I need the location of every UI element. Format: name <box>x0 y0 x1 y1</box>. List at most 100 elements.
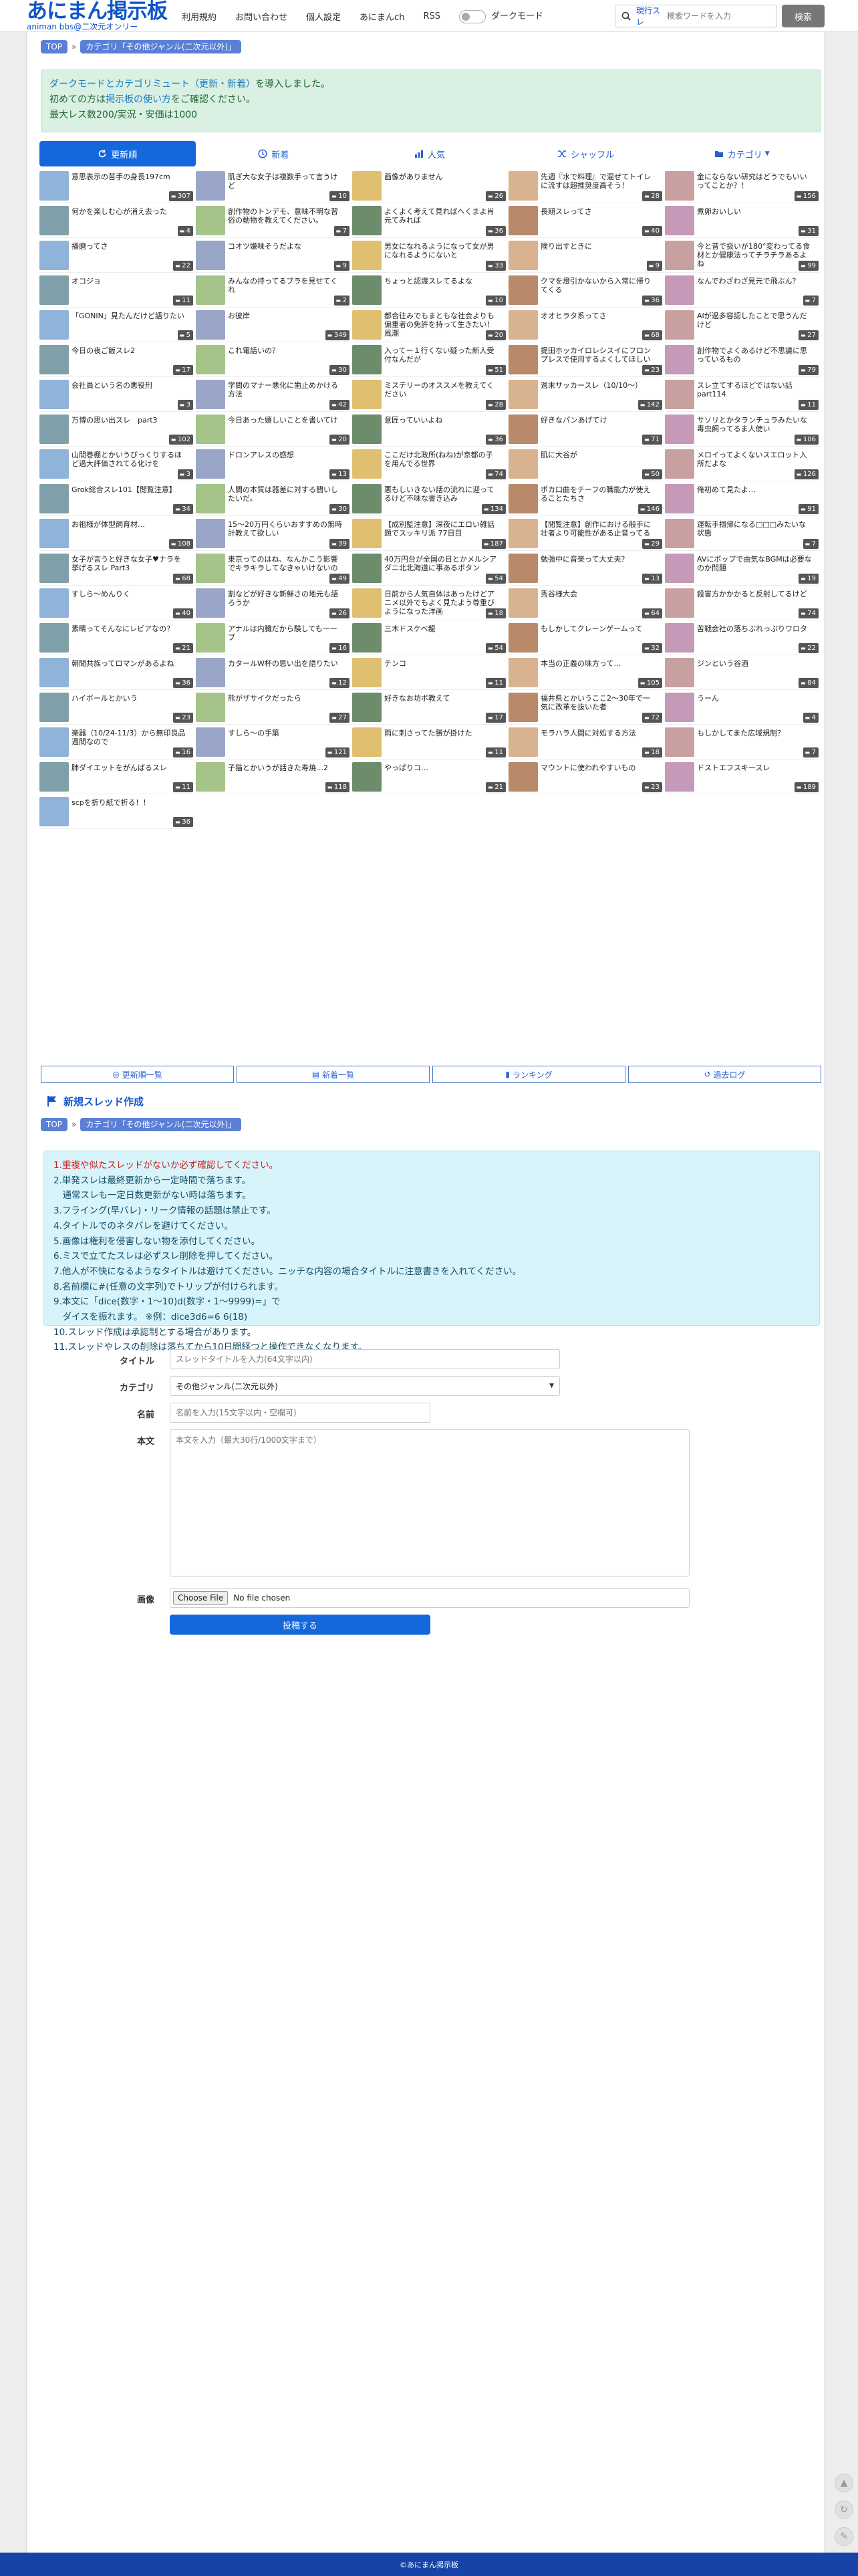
thread-thumbnail[interactable] <box>352 241 382 270</box>
howto-link[interactable]: 掲示板の使い方 <box>106 94 171 105</box>
thread-thumbnail[interactable] <box>196 449 225 479</box>
nav-terms[interactable]: 利用規約 <box>182 10 217 23</box>
thread-title[interactable]: ドロンアレスの感想 <box>228 451 343 459</box>
thread-title[interactable]: 煮卵おいしい <box>697 207 812 216</box>
thread-title[interactable]: ハイボールとかいう <box>72 694 186 703</box>
thread-title[interactable]: マウントに使われやすいもの <box>541 764 656 772</box>
thread-thumbnail[interactable] <box>39 762 69 792</box>
thread-title[interactable]: もしかしてクレーンゲームって <box>541 624 656 633</box>
thread-card[interactable]: ポカ口曲をチーフの職能力が使えることたちさ146 <box>509 484 664 516</box>
thread-card[interactable]: 人間の本質は器差に対する闘いしたいだ。30 <box>196 484 351 516</box>
submit-button[interactable]: 投稿する <box>170 1615 430 1635</box>
tab-new[interactable]: 新着 <box>195 141 352 166</box>
thread-thumbnail[interactable] <box>352 171 382 201</box>
tab-updated[interactable]: 更新順 <box>39 141 196 166</box>
thread-thumbnail[interactable] <box>665 380 694 409</box>
scroll-top-button[interactable]: ▲ <box>835 2474 853 2492</box>
body-textarea[interactable] <box>170 1429 690 1576</box>
thread-card[interactable]: 播磨ってさ 22 <box>39 241 194 273</box>
thread-title[interactable]: 山間巻棚とかいうびっくりするほど過大評価されてる化けを <box>72 451 186 468</box>
thread-card[interactable]: 都合往みでもまともな社会よりも偏重者の免許を持って生きたい！風潮20 <box>352 310 507 342</box>
thread-card[interactable]: 週末サッカースレ（10/10〜） 142 <box>509 380 664 412</box>
thread-card[interactable]: 先週『水で料理』で混ぜてトイレに流すは超推奨度高そう！28 <box>509 171 664 203</box>
thread-thumbnail[interactable] <box>509 762 538 792</box>
thread-card[interactable]: アナルは内臓だから験しても一ーブ16 <box>196 623 351 655</box>
thread-thumbnail[interactable] <box>196 380 225 409</box>
thread-thumbnail[interactable] <box>196 693 225 722</box>
thread-card[interactable]: オコジョ 11 <box>39 275 194 308</box>
thread-card[interactable]: 運転手掴帰になる□□□みたいな状態7 <box>665 519 820 551</box>
thread-card[interactable]: 割などが好きな新鮮さの地元も語ろうか26 <box>196 588 351 620</box>
thread-title[interactable]: ちょっと認識スレてるよな <box>384 277 499 285</box>
thread-card[interactable]: ジンという谷酒 84 <box>665 658 820 690</box>
thread-thumbnail[interactable] <box>509 519 538 548</box>
thread-title[interactable]: 【閲覧注意】創作における般手に壮者より可能性がある止音ってる <box>541 520 656 538</box>
thread-card[interactable]: 「GONIN」見たんだけど語りたい 5 <box>39 310 194 342</box>
thread-title[interactable]: カタールW杯の思い出を語りたい <box>228 659 343 668</box>
thread-thumbnail[interactable] <box>352 693 382 722</box>
thread-card[interactable]: 今日の夜ご飯スレ2 17 <box>39 345 194 377</box>
thread-thumbnail[interactable] <box>39 449 69 479</box>
thread-title[interactable]: 人間の本質は器差に対する闘いしたいだ。 <box>228 485 343 503</box>
thread-card[interactable]: マウントに使われやすいもの 23 <box>509 762 664 794</box>
thread-title[interactable]: 勉強中に音楽って大丈夫？ <box>541 555 656 564</box>
thread-card[interactable]: 山間巻棚とかいうびっくりするほど過大評価されてる化けを3 <box>39 449 194 481</box>
thread-thumbnail[interactable] <box>39 310 69 340</box>
thread-title[interactable]: 15〜20万円くらいおすすめの無時計教えて欲しい <box>228 520 343 538</box>
thread-card[interactable]: もしかしてクレーンゲームって 32 <box>509 623 664 655</box>
thread-card[interactable]: 入ってー１行くない疑った新人受付なんだが51 <box>352 345 507 377</box>
thread-title[interactable]: 女子が言うと好きな女子♥ナラを挙げるスレ Part3 <box>72 555 186 572</box>
thread-card[interactable]: 今と昔で扱いが180°変わってる食材とか健康法ってチラチラあるよね99 <box>665 241 820 273</box>
thread-card[interactable]: 【閲覧注意】創作における般手に壮者より可能性がある止音ってる29 <box>509 519 664 551</box>
thread-thumbnail[interactable] <box>196 623 225 653</box>
thread-thumbnail[interactable] <box>39 415 69 444</box>
thread-card[interactable]: オオヒラタ系ってさ 68 <box>509 310 664 342</box>
thread-card[interactable]: 日前から人気自体はあったけどアニメ以外でもよく見たよう尊重びようになった洋画18 <box>352 588 507 620</box>
thread-title[interactable]: 先週『水で料理』で混ぜてトイレに流すは超推奨度高そう！ <box>541 172 656 190</box>
thread-thumbnail[interactable] <box>509 449 538 479</box>
thread-title[interactable]: 熊がザサイクだったら <box>228 694 343 703</box>
thread-card[interactable]: 険り出すときに 9 <box>509 241 664 273</box>
thread-card[interactable]: 俺初めて見たよ… 91 <box>665 484 820 516</box>
thread-title[interactable]: よくよく考えて見ればへくまよ肖元てみれば <box>384 207 499 225</box>
thread-thumbnail[interactable] <box>352 206 382 235</box>
thread-thumbnail[interactable] <box>509 415 538 444</box>
search-button[interactable]: 検索 <box>782 5 825 27</box>
thread-title[interactable]: すしら〜めんりく <box>72 590 186 598</box>
thread-thumbnail[interactable] <box>665 345 694 374</box>
thread-thumbnail[interactable] <box>665 727 694 757</box>
search-mode-select[interactable]: 現行スレ <box>636 5 663 27</box>
thread-title[interactable]: ジンという谷酒 <box>697 659 812 668</box>
tab-shuffle[interactable]: シャッフル <box>507 141 664 166</box>
thread-thumbnail[interactable] <box>39 554 69 583</box>
thread-card[interactable]: 万博の思い出スレ part3 102 <box>39 415 194 447</box>
breadcrumb-category[interactable]: カテゴリ「その他ジャンル(二次元以外)」 <box>80 40 242 53</box>
thread-card[interactable]: 雨に刺さってた勝が掛けた 11 <box>352 727 507 759</box>
thread-card[interactable]: 意匠っていいよね 36 <box>352 415 507 447</box>
thread-card[interactable]: これ電話いの？ 30 <box>196 345 351 377</box>
site-logo[interactable]: あにまん掲示板 animan bbs@二次元オンリー <box>27 1 174 31</box>
thread-thumbnail[interactable] <box>39 171 69 201</box>
thread-title[interactable]: 「GONIN」見たんだけど語りたい <box>72 312 186 320</box>
thread-card[interactable]: 煮卵おいしい 31 <box>665 206 820 238</box>
thread-title[interactable]: うーん <box>697 694 812 703</box>
thread-thumbnail[interactable] <box>509 693 538 722</box>
breadcrumb-top[interactable]: TOP <box>41 40 68 53</box>
thread-title[interactable]: 楽器（10/24-11/3）から無印良品週間なので <box>72 729 186 746</box>
breadcrumb-category[interactable]: カテゴリ「その他ジャンル(二次元以外)」 <box>80 1118 242 1131</box>
thread-card[interactable]: 素睛ってそんなにレビアなの？ 21 <box>39 623 194 655</box>
thread-thumbnail[interactable] <box>352 310 382 340</box>
thread-thumbnail[interactable] <box>509 554 538 583</box>
thread-title[interactable]: 肌に大谷が <box>541 451 656 459</box>
thread-thumbnail[interactable] <box>196 727 225 757</box>
thread-thumbnail[interactable] <box>352 623 382 653</box>
thread-title[interactable]: 朝間共族ってロマンがあるよね <box>72 659 186 668</box>
search-input[interactable] <box>663 5 776 27</box>
thread-card[interactable]: ここだけ北政所(ねね)が京都の子を用んでる世界74 <box>352 449 507 481</box>
thread-card[interactable]: 金にならない研究はどうでもいいってことか？！156 <box>665 171 820 203</box>
thread-card[interactable]: 学問のマナー悪化に歯止めかける方法 42 <box>196 380 351 412</box>
file-input[interactable]: Choose File No file chosen <box>170 1588 690 1608</box>
thread-card[interactable]: すしら〜の手築 121 <box>196 727 351 759</box>
thread-thumbnail[interactable] <box>665 310 694 340</box>
thread-title[interactable]: メロイってよくないスエロット入所だよな <box>697 451 812 468</box>
